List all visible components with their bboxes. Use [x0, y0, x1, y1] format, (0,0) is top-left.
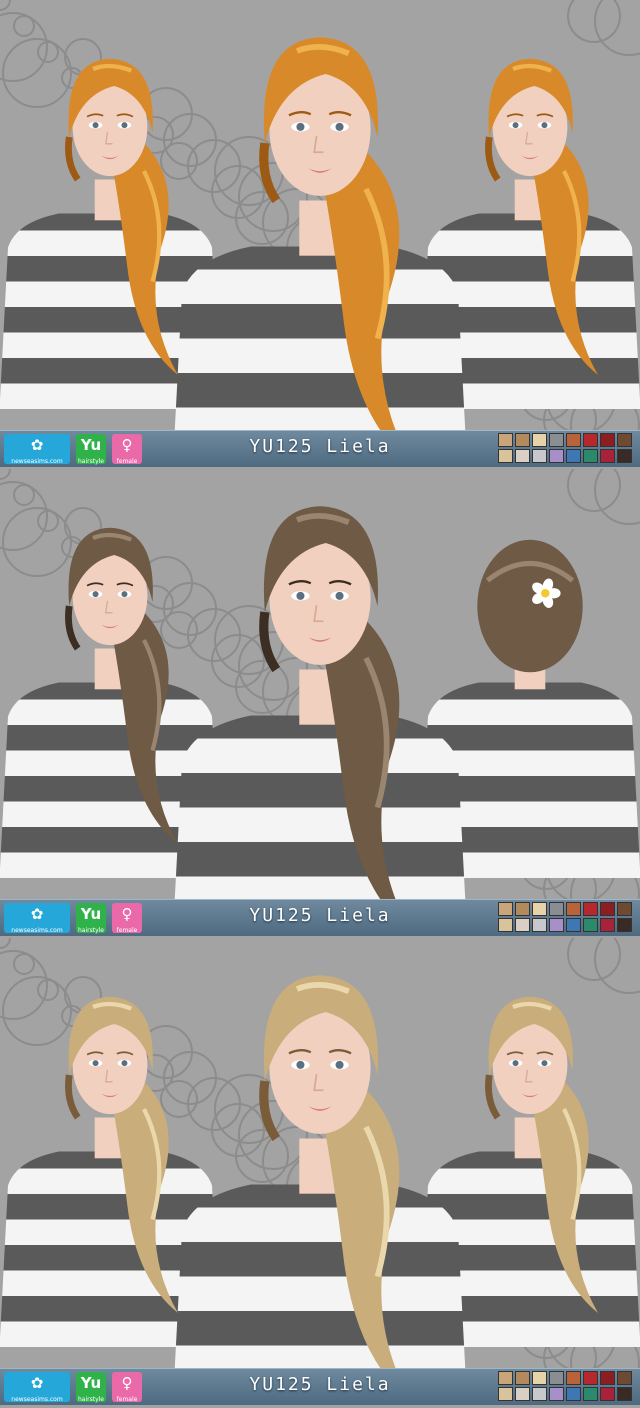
- color-swatch: [566, 433, 581, 447]
- color-swatch-grid: [498, 433, 634, 463]
- striped-shirt: [170, 246, 470, 434]
- color-swatch: [583, 449, 598, 463]
- hairstyle-label: hairstyle: [77, 1396, 104, 1403]
- color-swatch: [600, 433, 615, 447]
- color-swatch-grid: [498, 902, 634, 932]
- color-swatch: [583, 902, 598, 916]
- color-swatch: [583, 1387, 598, 1401]
- color-swatch: [600, 902, 615, 916]
- color-swatch: [498, 918, 513, 932]
- title-banner: ✿ newseasims.com Yu hairstyle ♀ female Y…: [0, 1368, 640, 1405]
- color-swatch: [566, 1371, 581, 1385]
- sim-figure: [170, 37, 470, 434]
- color-swatch: [617, 918, 632, 932]
- color-swatch: [515, 918, 530, 932]
- color-swatch: [515, 449, 530, 463]
- color-swatch: [498, 449, 513, 463]
- sim-figure: [170, 506, 470, 903]
- color-swatch: [498, 1387, 513, 1401]
- color-swatch: [583, 433, 598, 447]
- color-swatch: [566, 918, 581, 932]
- color-swatch: [532, 902, 547, 916]
- color-swatch: [583, 1371, 598, 1385]
- color-swatch: [515, 433, 530, 447]
- female-label: female: [116, 927, 138, 934]
- striped-shirt: [170, 1184, 470, 1372]
- color-swatch: [566, 449, 581, 463]
- title-banner: ✿ newseasims.com Yu hairstyle ♀ female Y…: [0, 899, 640, 936]
- color-swatch: [600, 1387, 615, 1401]
- color-swatch: [566, 902, 581, 916]
- hairstyle-panel: ✿ newseasims.com Yu hairstyle ♀ female Y…: [0, 0, 640, 470]
- hairstyle-panel: ✿ newseasims.com Yu hairstyle ♀ female Y…: [0, 938, 640, 1408]
- panel-illustration: [0, 938, 640, 1372]
- hair-back: [477, 539, 583, 673]
- color-swatch: [617, 1387, 632, 1401]
- color-swatch: [532, 433, 547, 447]
- logo-label: newseasims.com: [11, 927, 63, 934]
- hairstyle-label: hairstyle: [77, 458, 104, 465]
- female-label: female: [116, 458, 138, 465]
- color-swatch: [549, 449, 564, 463]
- color-swatch: [549, 1387, 564, 1401]
- color-swatch: [617, 1371, 632, 1385]
- color-swatch: [549, 902, 564, 916]
- color-swatch: [532, 1371, 547, 1385]
- hairstyle-label: hairstyle: [77, 927, 104, 934]
- color-swatch: [498, 433, 513, 447]
- color-swatch: [532, 1387, 547, 1401]
- color-swatch: [600, 918, 615, 932]
- color-swatch: [532, 449, 547, 463]
- color-swatch: [532, 918, 547, 932]
- color-swatch-grid: [498, 1371, 634, 1401]
- color-swatch: [549, 1371, 564, 1385]
- color-swatch: [549, 918, 564, 932]
- panel-illustration: [0, 469, 640, 903]
- color-swatch: [600, 1371, 615, 1385]
- color-swatch: [515, 902, 530, 916]
- female-label: female: [116, 1396, 138, 1403]
- color-swatch: [600, 449, 615, 463]
- color-swatch: [515, 1371, 530, 1385]
- hairstyle-panel: ✿ newseasims.com Yu hairstyle ♀ female Y…: [0, 469, 640, 939]
- logo-label: newseasims.com: [11, 1396, 63, 1403]
- color-swatch: [617, 433, 632, 447]
- color-swatch: [566, 1387, 581, 1401]
- color-swatch: [617, 902, 632, 916]
- color-swatch: [498, 902, 513, 916]
- logo-label: newseasims.com: [11, 458, 63, 465]
- color-swatch: [617, 449, 632, 463]
- sim-figure: [170, 975, 470, 1372]
- striped-shirt: [170, 715, 470, 903]
- color-swatch: [498, 1371, 513, 1385]
- color-swatch: [549, 433, 564, 447]
- color-swatch: [583, 918, 598, 932]
- color-swatch: [515, 1387, 530, 1401]
- panel-illustration: [0, 0, 640, 434]
- title-banner: ✿ newseasims.com Yu hairstyle ♀ female Y…: [0, 430, 640, 467]
